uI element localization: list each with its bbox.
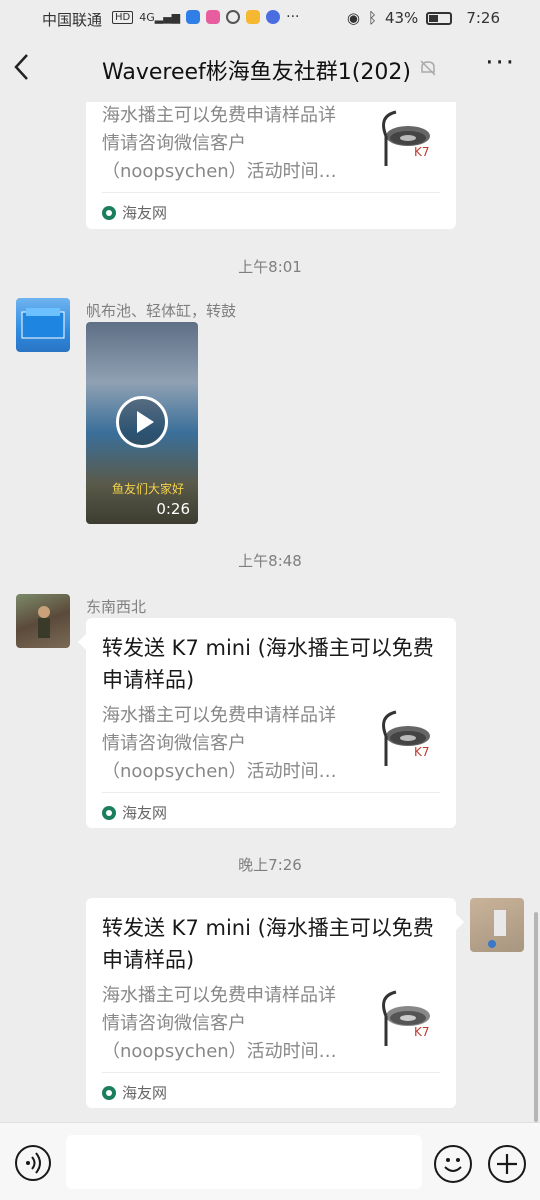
more-dots-icon: ··· [485, 48, 516, 78]
carrier-label: 中国联通 [42, 11, 103, 29]
avatar[interactable] [16, 594, 70, 648]
chat-messages[interactable]: 海水播主可以免费申请样品详情请咨询微信客户（noopsychen）活动时间… K… [0, 102, 540, 1122]
more-notifications-icon: ··· [286, 9, 300, 25]
chat-header: Wavereef彬海鱼友社群1(202) ··· [0, 36, 540, 102]
battery-percent: 43% [384, 9, 419, 27]
shared-link-card[interactable]: 转发送 K7 mini (海水播主可以免费申请样品) 海水播主可以免费申请样品详… [86, 898, 456, 1108]
product-thumbnail: K7 [382, 990, 430, 1046]
shared-link-card[interactable]: 海水播主可以免费申请样品详情请咨询微信客户（noopsychen）活动时间… K… [86, 102, 456, 229]
sender-name: 帆布池、轻体缸，转鼓 [86, 302, 237, 320]
yellow-app-icon [246, 10, 261, 24]
app-icon [206, 10, 221, 24]
sender-name: 东南西北 [86, 598, 147, 616]
timestamp: 晚上7:26 [238, 856, 302, 874]
source-name: 海友网 [122, 204, 168, 222]
shared-link-card[interactable]: 转发送 K7 mini (海水播主可以免费申请样品) 海水播主可以免费申请样品详… [86, 618, 456, 828]
card-source: 海友网 [102, 1082, 167, 1103]
photo-avatar-icon [488, 910, 506, 948]
source-name: 海友网 [122, 804, 168, 822]
timestamp: 上午8:01 [238, 258, 302, 276]
plus-icon [497, 1154, 517, 1174]
chat-title: Wavereef彬海鱼友社群1(202) [102, 60, 411, 85]
back-button[interactable] [12, 52, 42, 86]
scrollbar[interactable] [534, 912, 538, 1122]
source-logo-icon [102, 1085, 116, 1100]
person-avatar-icon [38, 606, 50, 638]
plus-button[interactable] [488, 1145, 526, 1183]
timestamp: 上午8:48 [238, 552, 302, 570]
bubble-tail [78, 634, 86, 650]
card-source: 海友网 [102, 202, 167, 223]
more-button[interactable]: ··· [485, 48, 516, 78]
bluetooth-icon: ᛒ [367, 9, 377, 27]
card-description: 海水播主可以免费申请样品详情请咨询微信客户（noopsychen）活动时间… [102, 105, 337, 182]
card-source: 海友网 [102, 802, 167, 823]
svg-text:K7: K7 [414, 145, 430, 159]
shield-app-icon [186, 10, 201, 24]
pool-avatar-icon [21, 308, 65, 339]
emoji-icon [444, 1158, 462, 1172]
circle-app-icon [226, 10, 241, 24]
status-bar: 中国联通 HD 4G▂▄▆ ··· ◉ ᛒ 43% 7:26 [0, 0, 540, 36]
product-thumbnail: K7 [382, 710, 430, 766]
eye-icon: ◉ [346, 9, 360, 27]
card-divider [102, 1072, 440, 1073]
video-caption: 鱼友们大家好 [112, 482, 185, 496]
status-right: ◉ ᛒ 43% 7:26 [347, 9, 500, 27]
svg-text:K7: K7 [414, 745, 430, 759]
product-thumbnail: K7 [382, 110, 430, 166]
music-app-icon [266, 10, 281, 24]
svg-text:K7: K7 [414, 1025, 430, 1039]
input-bar [0, 1122, 540, 1200]
card-description: 海水播主可以免费申请样品详情请咨询微信客户（noopsychen）活动时间… [102, 705, 337, 782]
source-name: 海友网 [122, 1084, 168, 1102]
voice-icon [26, 1152, 41, 1174]
chevron-left-icon [14, 54, 28, 80]
video-duration: 0:26 [156, 500, 190, 518]
card-title: 转发送 K7 mini (海水播主可以免费申请样品) [102, 916, 434, 972]
video-message[interactable]: 鱼友们大家好 0:26 [86, 322, 198, 524]
voice-button[interactable] [15, 1145, 51, 1181]
card-title: 转发送 K7 mini (海水播主可以免费申请样品) [102, 636, 434, 692]
battery-icon [426, 11, 453, 25]
status-icons: HD 4G▂▄▆ ··· [112, 9, 300, 25]
avatar[interactable] [470, 898, 524, 952]
bell-muted-icon [420, 60, 436, 76]
message-input[interactable] [66, 1135, 422, 1189]
cell-signal-icon: 4G▂▄▆ [139, 10, 181, 24]
emoji-button[interactable] [434, 1145, 472, 1183]
source-logo-icon [102, 205, 116, 220]
clock: 7:26 [466, 9, 500, 27]
card-divider [102, 792, 440, 793]
avatar[interactable] [16, 298, 70, 352]
hd-signal-icon: HD [112, 10, 134, 24]
bubble-tail [456, 914, 464, 930]
card-description: 海水播主可以免费申请样品详情请咨询微信客户（noopsychen）活动时间… [102, 985, 337, 1062]
play-icon[interactable] [116, 396, 168, 448]
source-logo-icon [102, 805, 116, 820]
card-divider [102, 192, 440, 193]
